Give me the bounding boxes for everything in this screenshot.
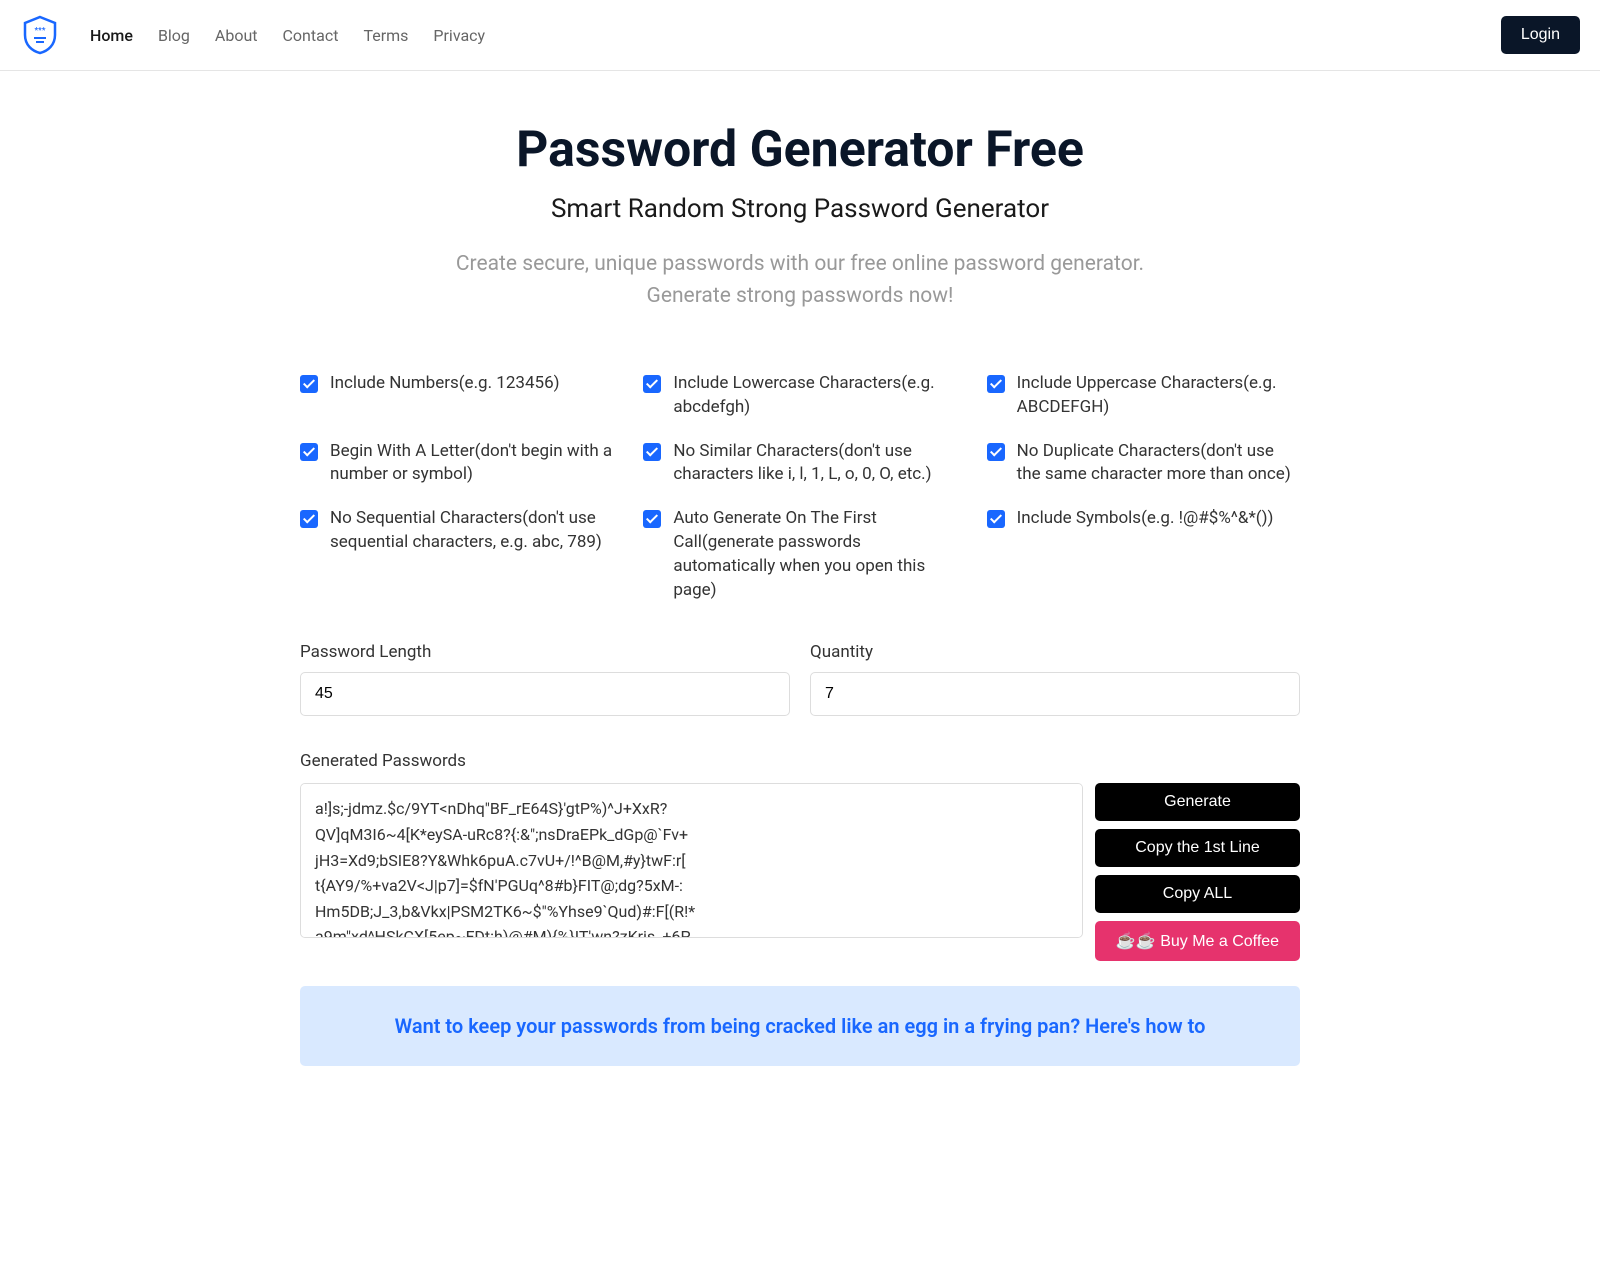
buy-coffee-button[interactable]: ☕☕ Buy Me a Coffee bbox=[1095, 921, 1300, 961]
checkbox-include-uppercase[interactable] bbox=[987, 375, 1005, 393]
option-label: No Similar Characters(don't use characte… bbox=[673, 440, 956, 488]
option-label: Include Uppercase Characters(e.g. ABCDEF… bbox=[1017, 372, 1300, 420]
password-length-input[interactable] bbox=[300, 672, 790, 716]
checkbox-begin-letter[interactable] bbox=[300, 443, 318, 461]
page-title: Password Generator Free bbox=[300, 121, 1300, 179]
info-banner: Want to keep your passwords from being c… bbox=[300, 986, 1300, 1066]
nav-about[interactable]: About bbox=[215, 26, 258, 45]
option-label: Begin With A Letter(don't begin with a n… bbox=[330, 440, 613, 488]
page-description: Create secure, unique passwords with our… bbox=[450, 249, 1150, 312]
nav-terms[interactable]: Terms bbox=[363, 26, 408, 45]
password-length-label: Password Length bbox=[300, 642, 790, 662]
logo[interactable]: *** bbox=[20, 15, 60, 55]
option-label: No Sequential Characters(don't use seque… bbox=[330, 507, 613, 555]
page-subtitle: Smart Random Strong Password Generator bbox=[300, 194, 1300, 224]
checkbox-include-numbers[interactable] bbox=[300, 375, 318, 393]
quantity-input[interactable] bbox=[810, 672, 1300, 716]
option-label: Include Numbers(e.g. 123456) bbox=[330, 372, 560, 396]
checkbox-no-similar[interactable] bbox=[643, 443, 661, 461]
nav-blog[interactable]: Blog bbox=[158, 26, 190, 45]
checkbox-auto-generate[interactable] bbox=[643, 510, 661, 528]
option-label: Include Lowercase Characters(e.g. abcdef… bbox=[673, 372, 956, 420]
generate-button[interactable]: Generate bbox=[1095, 783, 1300, 821]
svg-text:***: *** bbox=[35, 26, 46, 35]
nav-home[interactable]: Home bbox=[90, 26, 133, 45]
checkbox-include-lowercase[interactable] bbox=[643, 375, 661, 393]
quantity-label: Quantity bbox=[810, 642, 1300, 662]
checkbox-include-symbols[interactable] bbox=[987, 510, 1005, 528]
login-button[interactable]: Login bbox=[1501, 16, 1580, 54]
option-label: No Duplicate Characters(don't use the sa… bbox=[1017, 440, 1300, 488]
checkbox-no-sequential[interactable] bbox=[300, 510, 318, 528]
option-label: Include Symbols(e.g. !@#$%^&*()) bbox=[1017, 507, 1274, 531]
nav-contact[interactable]: Contact bbox=[283, 26, 339, 45]
copy-first-line-button[interactable]: Copy the 1st Line bbox=[1095, 829, 1300, 867]
generated-passwords-label: Generated Passwords bbox=[300, 751, 1300, 771]
copy-all-button[interactable]: Copy ALL bbox=[1095, 875, 1300, 913]
generated-passwords-output[interactable] bbox=[300, 783, 1083, 938]
nav-privacy[interactable]: Privacy bbox=[433, 26, 485, 45]
option-label: Auto Generate On The First Call(generate… bbox=[673, 507, 956, 602]
checkbox-no-duplicate[interactable] bbox=[987, 443, 1005, 461]
